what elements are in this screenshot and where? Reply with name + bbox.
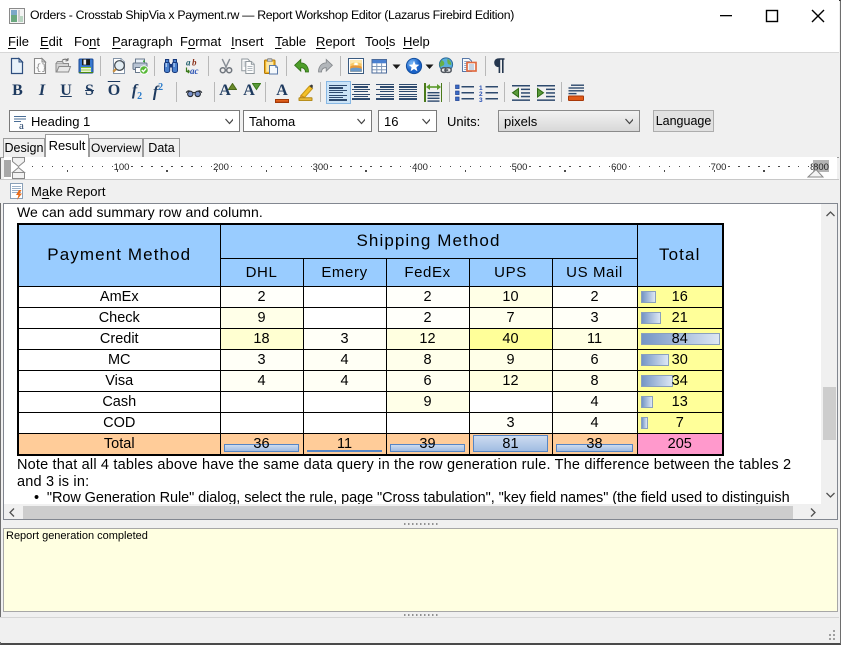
svg-text:a: a <box>19 120 24 130</box>
svg-text:3: 3 <box>479 97 483 104</box>
svg-text:{}: {} <box>36 62 47 73</box>
svg-text:ac: ac <box>190 66 199 75</box>
